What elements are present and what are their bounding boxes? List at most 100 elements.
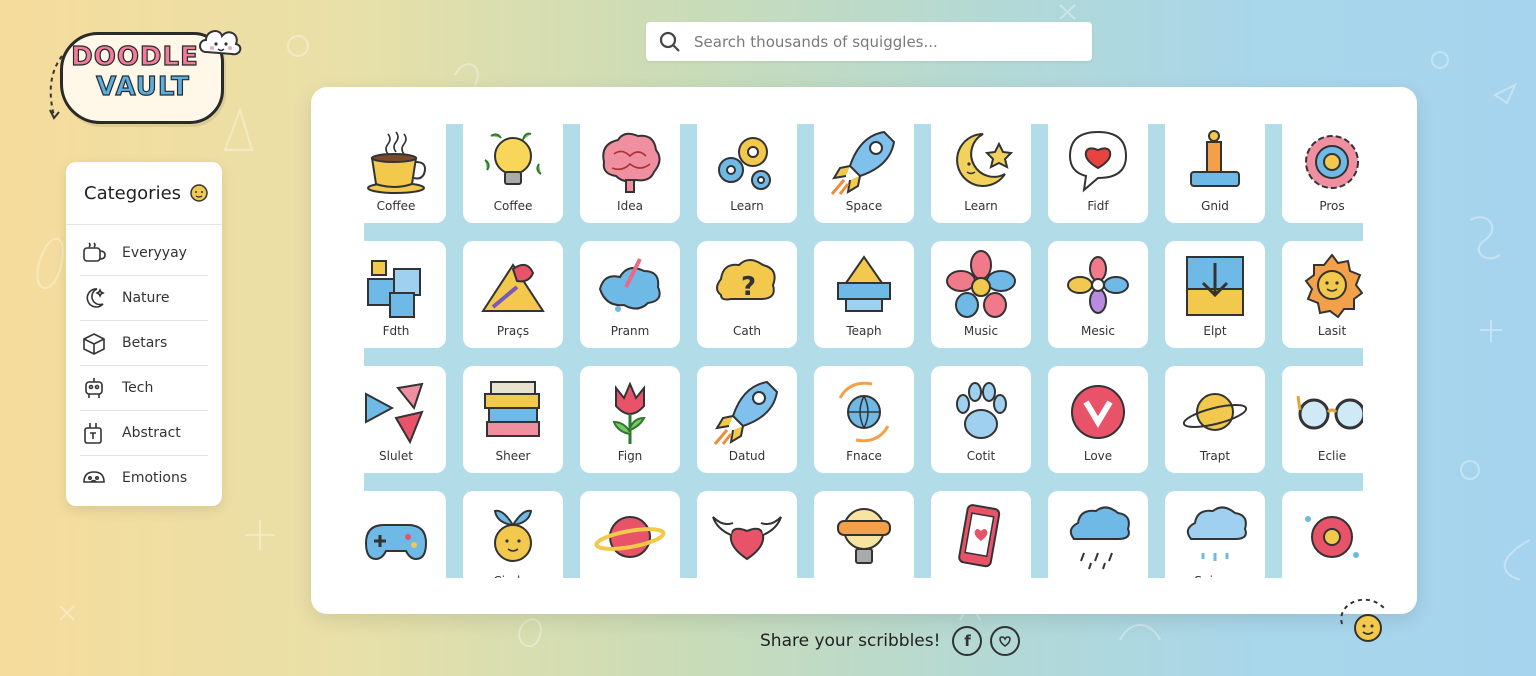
doodle-card[interactable]: Coffee xyxy=(364,124,446,223)
category-item-nature[interactable]: Nature xyxy=(80,276,208,321)
doodle-card-label: Cinder xyxy=(463,574,563,578)
moon-star-icon xyxy=(943,124,1019,198)
category-label: Betars xyxy=(122,335,168,351)
flower-disc-icon xyxy=(1294,499,1363,573)
doodle-card-label: Pros xyxy=(1319,199,1345,213)
doodle-card[interactable] xyxy=(364,491,446,578)
gallery-grid-viewport[interactable]: Coffee Coffee Idea Learn Space Learn Fidf Gnid P… xyxy=(364,124,1363,578)
doodle-card-label: Learn xyxy=(730,199,764,213)
heart-circle-icon[interactable] xyxy=(990,626,1021,656)
doodle-card[interactable]: Snipen xyxy=(1165,491,1265,578)
flower-icon xyxy=(943,249,1019,323)
doodle-card[interactable] xyxy=(580,491,680,578)
doodle-card[interactable] xyxy=(931,491,1031,578)
robot-arm-icon xyxy=(1177,124,1253,198)
heart-badge-icon xyxy=(1060,374,1136,448)
emotion-icon xyxy=(83,471,105,483)
doodle-card[interactable]: Pranm xyxy=(580,241,680,348)
doodle-card[interactable]: Cotit xyxy=(931,366,1031,473)
doodle-card[interactable]: Elpt xyxy=(1165,241,1265,348)
doodle-card[interactable]: Eclie xyxy=(1282,366,1363,473)
doodle-card-label: Fidf xyxy=(1087,199,1109,213)
category-label: Nature xyxy=(122,290,170,306)
search-input[interactable] xyxy=(692,31,1076,52)
category-item-tech[interactable]: Tech xyxy=(80,366,208,411)
category-item-emotions[interactable]: Emotions xyxy=(80,456,208,500)
doodle-card[interactable]: Trapt xyxy=(1165,366,1265,473)
rocket-icon xyxy=(826,124,902,198)
rocket-icon xyxy=(709,374,785,448)
doodle-card[interactable]: ? Cath xyxy=(697,241,797,348)
doodle-card[interactable]: Cinder xyxy=(463,491,563,578)
doodle-card-label: Teaph xyxy=(846,324,882,338)
doodle-card[interactable]: Slulet xyxy=(364,366,446,473)
category-item-everyday[interactable]: Everyyay xyxy=(80,231,208,276)
doodle-card-label: Trapt xyxy=(1199,449,1231,463)
paint-pyramid-icon xyxy=(475,249,551,323)
doodle-card[interactable]: Praçs xyxy=(463,241,563,348)
download-frame-icon xyxy=(1177,249,1253,323)
facebook-icon[interactable]: f xyxy=(952,626,983,656)
doodle-card[interactable]: Datud xyxy=(697,366,797,473)
abstract-icon xyxy=(84,423,102,444)
doodle-card-label: Elpt xyxy=(1203,324,1227,338)
doodle-card-label: Coffee xyxy=(376,199,416,213)
question-cloud-icon: ? xyxy=(709,249,785,323)
bulb-bandage-icon xyxy=(826,499,902,573)
category-item-abstract[interactable]: Abstract xyxy=(80,411,208,456)
category-item-betars[interactable]: Betars xyxy=(80,321,208,366)
share-text: Share your scribbles! xyxy=(760,631,941,651)
logo-text-vault: VAULT xyxy=(95,71,190,102)
category-label: Abstract xyxy=(122,425,181,441)
doodle-card[interactable]: Space xyxy=(814,124,914,223)
doodle-card[interactable]: Gnid xyxy=(1165,124,1265,223)
mug-icon xyxy=(83,242,106,262)
doodle-card-label: Praçs xyxy=(496,324,530,338)
doodle-card-label: Music xyxy=(963,324,999,338)
doodle-card[interactable]: Mesic xyxy=(1048,241,1148,348)
doodle-card[interactable]: Idea xyxy=(580,124,680,223)
sidebar-header: Categories xyxy=(66,162,222,225)
doodle-card[interactable]: Fign xyxy=(580,366,680,473)
doodle-card[interactable] xyxy=(1282,491,1363,578)
coffee-cup-icon xyxy=(364,124,434,198)
doodle-vault-logo[interactable]: DOODLE VAULT xyxy=(46,22,246,126)
doodle-card-label: Datud xyxy=(728,449,766,463)
doodle-card[interactable]: Teaph xyxy=(814,241,914,348)
doodle-card-label: Love xyxy=(1083,449,1113,463)
planet-icon xyxy=(1177,374,1253,448)
doodle-card[interactable]: Pros xyxy=(1282,124,1363,223)
doodle-card[interactable] xyxy=(697,491,797,578)
doodle-card[interactable] xyxy=(1048,491,1148,578)
gears-icon xyxy=(709,124,785,198)
category-label: Everyyay xyxy=(122,245,187,261)
robot-icon xyxy=(85,378,103,398)
search-icon xyxy=(659,31,680,52)
doodle-card[interactable]: Fdth xyxy=(364,241,446,348)
doodle-card[interactable]: Learn xyxy=(931,124,1031,223)
doodle-card-label: Fign xyxy=(617,449,643,463)
doodle-card[interactable]: Fnace xyxy=(814,366,914,473)
sun-face-icon xyxy=(1294,249,1363,323)
doodle-card[interactable]: Fidf xyxy=(1048,124,1148,223)
doodle-card[interactable]: Coffee xyxy=(463,124,563,223)
doodle-card[interactable]: Music xyxy=(931,241,1031,348)
doodle-card[interactable]: Lasit xyxy=(1282,241,1363,348)
sidebar-title: Categories xyxy=(84,182,182,204)
share-bar: Share your scribbles! f xyxy=(760,626,1021,656)
doodle-card[interactable]: Learn xyxy=(697,124,797,223)
category-label: Tech xyxy=(122,380,154,396)
doodle-card[interactable]: Love xyxy=(1048,366,1148,473)
rain-cloud-icon xyxy=(1060,499,1136,573)
glasses-icon xyxy=(1294,374,1363,448)
search-bar[interactable] xyxy=(646,22,1092,61)
doodle-card[interactable]: Sheer xyxy=(463,366,563,473)
doodle-card-label: Fdth xyxy=(382,324,410,338)
sun-doodle-icon xyxy=(190,184,208,202)
doodle-card-label: Mesic xyxy=(1081,324,1115,338)
logo-line-1: DOODLE xyxy=(70,41,200,72)
smiley-mascot-icon[interactable] xyxy=(1336,594,1392,646)
doodle-card-label: Space xyxy=(845,199,883,213)
doodle-card[interactable] xyxy=(814,491,914,578)
paint-splash-icon xyxy=(592,249,668,323)
